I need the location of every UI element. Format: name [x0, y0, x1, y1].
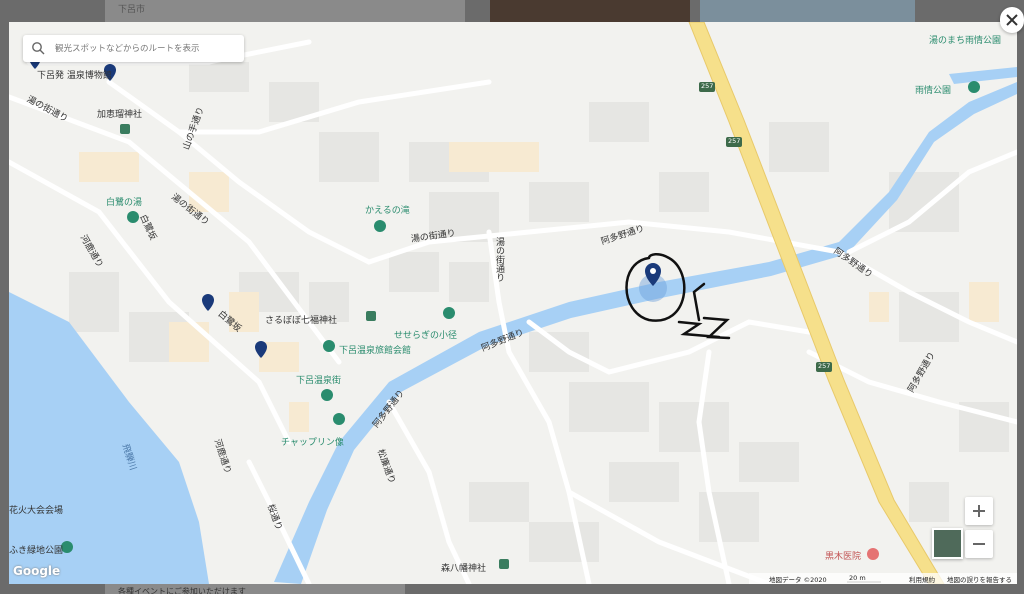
close-icon: [1006, 14, 1018, 26]
plus-icon: [973, 505, 985, 517]
report-error-link[interactable]: 地図の誤りを報告する: [947, 574, 1012, 584]
label-yunomachi-park[interactable]: 湯のまち雨情公園: [929, 33, 1001, 46]
route-search-input[interactable]: [53, 39, 242, 59]
minus-icon: [973, 543, 985, 545]
terms-link[interactable]: 利用規約: [909, 574, 935, 584]
route-257-shield-a: 257: [701, 82, 714, 90]
zoom-out-button[interactable]: [965, 530, 993, 558]
label-yuno-street-4: 湯の街通り: [494, 237, 504, 282]
label-kaeri-shrine[interactable]: 加恵瑠神社: [97, 107, 142, 120]
label-sarubobo-shrine[interactable]: さるぼぼ七福神社: [265, 313, 337, 326]
route-257-shield-b: 257: [728, 137, 741, 145]
background-top-text: 下呂市: [118, 5, 146, 15]
route-257-shield-c: 257: [818, 362, 831, 370]
label-kaeru-falls[interactable]: かえるの滝: [365, 203, 410, 216]
scale-label: 20 m: [849, 574, 866, 582]
hand-annotation-text: ココ: [673, 322, 675, 323]
map-footer: 地図データ ©2020 20 m 利用規約 地図の誤りを報告する: [749, 573, 1017, 584]
label-ryokuchi-park[interactable]: ふき緑地公園: [9, 543, 63, 556]
label-onsen-town[interactable]: 下呂温泉街: [296, 373, 341, 386]
label-ryokan-hall[interactable]: 下呂温泉旅館会館: [339, 343, 411, 356]
map-modal[interactable]: 湯のまち雨情公園 雨情公園 下呂発 温泉博物館 加恵瑠神社 湯の街通り 山の手通…: [9, 22, 1017, 584]
map-canvas[interactable]: [9, 22, 1017, 584]
zoom-in-button[interactable]: [965, 497, 993, 525]
label-amajyo-park[interactable]: 雨情公園: [915, 83, 951, 96]
google-logo: Google: [13, 564, 61, 578]
label-kuroki-clinic[interactable]: 黒木医院: [825, 549, 861, 562]
street-view-thumbnail[interactable]: [932, 528, 963, 559]
label-gero-onsen-museum[interactable]: 下呂発 温泉博物館: [37, 68, 112, 81]
route-search-box[interactable]: [23, 35, 244, 62]
label-chaplin-statue[interactable]: チャップリン像: [281, 435, 344, 448]
label-morihachiman-shrine[interactable]: 森八幡神社: [441, 561, 486, 574]
background-bottom-text: 各種イベントにご参加いただけます: [118, 587, 246, 594]
label-fireworks-venue[interactable]: 花火大会会場: [9, 503, 63, 516]
label-seseragi-path[interactable]: せせらぎの小径: [394, 328, 457, 341]
close-button[interactable]: [1000, 7, 1024, 33]
search-icon: [32, 42, 45, 55]
label-hakuro-no-yu[interactable]: 白鷺の湯: [106, 195, 142, 208]
map-data-credit: 地図データ ©2020: [769, 576, 827, 584]
